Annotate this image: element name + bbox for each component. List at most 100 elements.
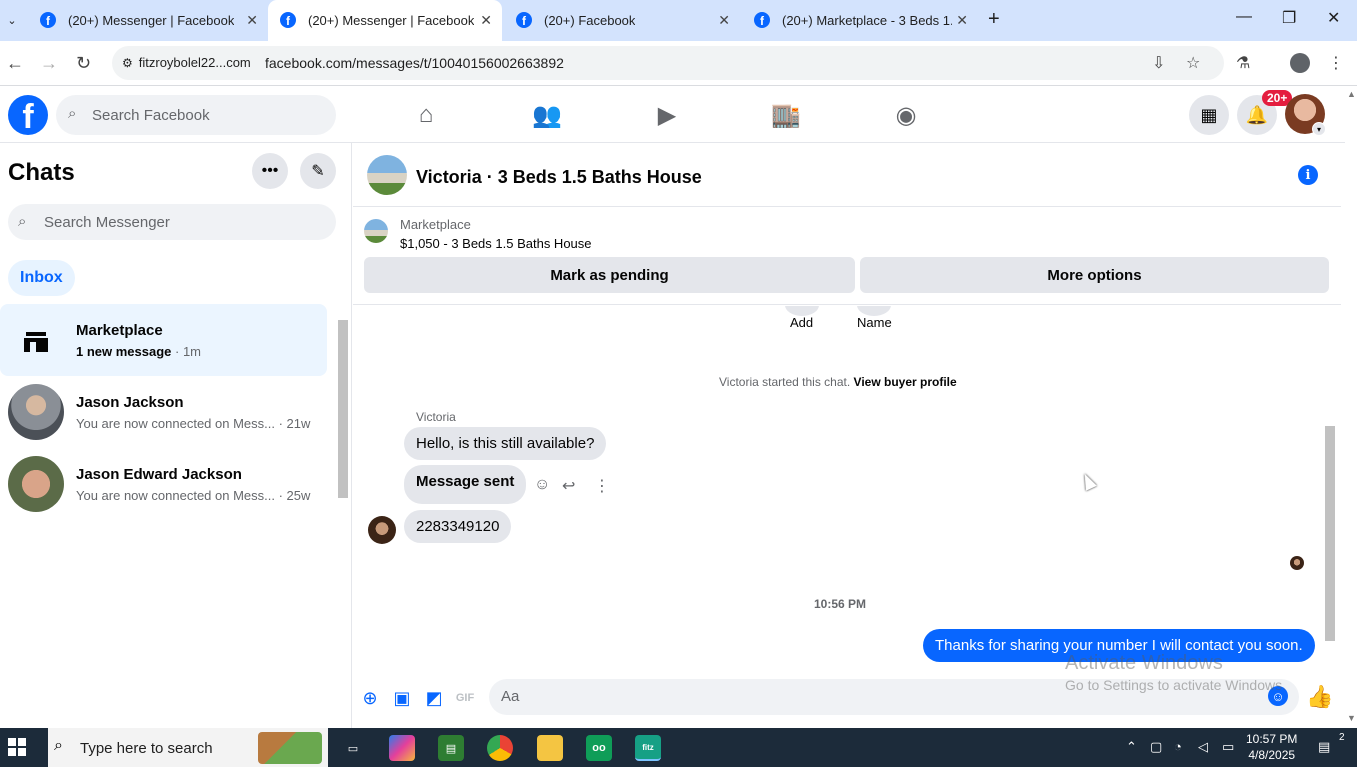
search-highlight-image[interactable] [258,732,322,764]
facebook-search-input[interactable]: ⌕ Search Facebook [56,95,336,135]
search-icon: ⌕ [18,213,27,230]
browser-tab-4[interactable]: f (20+) Marketplace - 3 Beds 1.5 ✕ [742,0,978,41]
facebook-header: f ⌕ Search Facebook ⌂ 👥 ▶ 🏬 ◉ ▦ 🔔 [0,87,1345,143]
chat-started-notice: Victoria started this chat. View buyer p… [719,375,957,389]
chat-item-jason-edward-jackson[interactable]: Jason Edward Jackson You are now connect… [0,448,327,520]
install-app-icon[interactable]: ⇩ [1152,53,1165,73]
fitzroy-app-icon[interactable]: fitz [635,735,661,761]
recorder-app-icon[interactable]: oo [586,735,612,761]
marketplace-icon[interactable]: 🏬 [766,97,806,133]
forward-arrow-icon[interactable]: → [40,53,58,74]
facebook-favicon-icon: f [280,12,296,28]
page-scrollbar[interactable]: ▲ ▼ [1345,87,1357,728]
url-text[interactable]: facebook.com/messages/t/1004015600266389… [265,55,564,71]
menu-grid-icon[interactable]: ▦ [1189,95,1229,135]
close-window-icon[interactable]: ✕ [1327,8,1340,28]
inbox-filter-tab[interactable]: Inbox [8,260,75,296]
thumbs-up-icon[interactable]: 👍 [1306,684,1333,710]
listing-thumbnail-small[interactable] [364,219,388,243]
chat-item-marketplace[interactable]: Marketplace 1 new message · 1m [0,304,327,376]
marketplace-listing-bar: Marketplace $1,050 - 3 Beds 1.5 Baths Ho… [353,208,1341,305]
new-message-button[interactable]: ✎ [300,153,336,189]
facebook-logo-icon[interactable]: f [8,95,48,135]
search-icon: ⌕ [68,105,77,122]
activate-windows-watermark: Activate Windows [1065,652,1223,674]
site-info-chip[interactable]: ⚙ fitzroybolel22...com [122,55,251,70]
more-options-button[interactable]: More options [860,257,1329,293]
windows-start-icon[interactable] [8,738,26,756]
back-arrow-icon[interactable]: ← [6,53,24,74]
close-tab-icon[interactable]: ✕ [718,12,730,29]
conversation-title[interactable]: Victoria · 3 Beds 1.5 Baths House [416,167,702,188]
volume-icon[interactable]: ◁ [1198,739,1208,755]
site-settings-icon: ⚙ [122,56,133,70]
sheets-app-icon[interactable]: ▤ [438,735,464,761]
labs-flask-icon[interactable]: ⚗ [1236,53,1250,73]
marketplace-store-icon [8,312,64,368]
copilot-icon[interactable] [389,735,415,761]
listing-thumbnail[interactable] [367,155,407,195]
home-icon[interactable]: ⌂ [406,97,446,133]
plus-circle-icon[interactable]: ⊕ [359,687,381,709]
info-icon[interactable]: i [1298,165,1318,185]
chats-title: Chats [8,159,75,186]
browser-tab-2-active[interactable]: f (20+) Messenger | Facebook ✕ [268,0,502,41]
tab-search-chevron-icon[interactable]: ⌄ [0,8,24,32]
browser-tab-3[interactable]: f (20+) Facebook ✕ [504,0,740,41]
browser-profile-icon[interactable] [1290,53,1310,73]
avatar [8,456,64,512]
sticker-icon[interactable]: ◩ [423,687,445,709]
chrome-icon[interactable] [487,735,513,761]
message-thread: Add Name Victoria started this chat. Vie… [353,306,1341,671]
chat-options-button[interactable]: ••• [252,153,288,189]
reload-icon[interactable]: ↻ [76,53,91,74]
browser-tab-1[interactable]: f (20+) Messenger | Facebook ✕ [28,0,268,41]
taskbar-clock[interactable]: 10:57 PM 4/8/2025 [1246,731,1297,763]
chat-list-scrollbar[interactable] [337,308,349,518]
listing-price[interactable]: $1,050 - 3 Beds 1.5 Baths House [400,236,592,251]
message-bubble-incoming[interactable]: 2283349120 [404,510,512,543]
react-emoji-icon[interactable]: ☺ [534,476,550,494]
wifi-icon[interactable]: ◔ [1174,739,1182,754]
close-tab-icon[interactable]: ✕ [246,12,258,29]
message-timestamp: 10:56 PM [814,597,867,611]
more-actions-icon[interactable]: ⋮ [594,476,610,496]
groups-icon[interactable]: ◉ [886,97,926,133]
restore-window-icon[interactable]: ❐ [1282,8,1296,28]
facebook-favicon-icon: f [40,12,56,28]
facebook-favicon-icon: f [754,12,770,28]
video-icon[interactable]: ▶ [647,97,687,133]
message-bubble-incoming[interactable]: Hello, is this still available? [404,427,607,460]
minimize-window-icon[interactable]: — [1236,8,1252,26]
new-tab-plus-icon[interactable]: + [988,8,1000,31]
battery-icon[interactable]: ▭ [1222,739,1234,755]
conversation-panel: Victoria · 3 Beds 1.5 Baths House i Mark… [353,143,1341,728]
chats-panel: Chats ••• ✎ ⌕ Search Messenger Inbox Mar… [0,143,352,728]
mark-as-pending-button[interactable]: Mark as pending [364,257,855,293]
friends-icon[interactable]: 👥 [527,97,567,133]
message-bubble-incoming[interactable]: Message sent [404,465,527,504]
search-icon: ⌕ [54,737,63,754]
tray-chevron-up-icon[interactable]: ⌃ [1126,739,1137,755]
gif-icon[interactable]: GIF [454,687,476,709]
victoria-avatar[interactable] [368,516,396,544]
task-view-icon[interactable]: ▭ [340,735,366,761]
thread-scrollbar[interactable] [1323,306,1337,671]
view-buyer-profile-link[interactable]: View buyer profile [854,375,957,389]
chevron-down-icon[interactable]: ▾ [1312,122,1326,136]
file-explorer-icon[interactable] [537,735,563,761]
bookmark-star-icon[interactable]: ☆ [1186,53,1200,73]
meet-camera-icon[interactable]: ▢ [1150,739,1162,755]
chat-item-jason-jackson[interactable]: Jason Jackson You are now connected on M… [0,376,327,448]
close-tab-icon[interactable]: ✕ [956,12,968,29]
seen-receipt-avatar [1290,556,1304,570]
notification-center-icon[interactable]: ▤ [1318,739,1330,755]
browser-menu-icon[interactable]: ⋮ [1328,53,1344,73]
reply-arrow-icon[interactable]: ↩ [562,476,575,496]
facebook-favicon-icon: f [516,12,532,28]
browser-tab-bar: ⌄ f (20+) Messenger | Facebook ✕ f (20+)… [0,0,1357,41]
messenger-search-input[interactable]: ⌕ Search Messenger [8,204,336,240]
close-tab-icon[interactable]: ✕ [480,12,492,29]
attach-image-icon[interactable]: ▣ [391,687,413,709]
browser-address-bar: ← → ↻ ⚙ fitzroybolel22...com facebook.com… [0,41,1357,86]
